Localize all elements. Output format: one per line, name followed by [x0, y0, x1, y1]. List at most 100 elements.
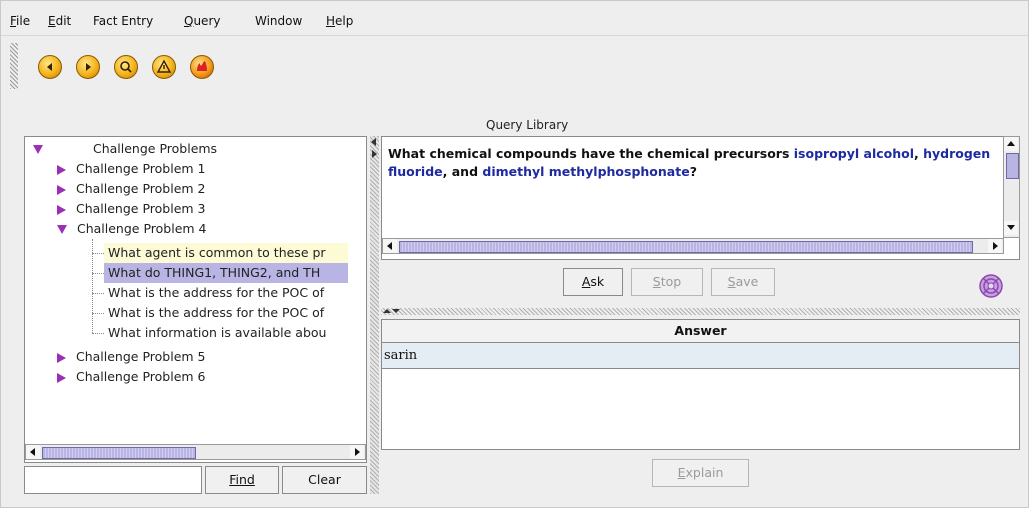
menu-fact-entry[interactable]: Fact Entry	[93, 14, 153, 28]
scroll-right-button[interactable]	[988, 239, 1002, 253]
menu-fact-entry-label: Fact Entry	[93, 14, 154, 28]
menu-bar: File Edit Fact Entry Query Window Help	[1, 1, 1028, 35]
query-term-highlight: isopropyl alcohol	[793, 146, 914, 161]
ask-button[interactable]: Ask	[563, 268, 623, 296]
tree-horizontal-scrollbar[interactable]	[25, 444, 366, 460]
expand-down-icon[interactable]	[392, 309, 400, 313]
menu-edit-label: dit	[55, 14, 72, 28]
forward-icon	[86, 63, 91, 71]
menu-edit[interactable]: Edit	[48, 14, 71, 28]
menu-edit-mnemonic: E	[48, 14, 56, 28]
expanded-icon	[33, 145, 43, 154]
expanded-icon	[57, 225, 67, 234]
tree-item-challenge-problem-1[interactable]: Challenge Problem 1	[57, 159, 205, 179]
collapsed-icon	[57, 184, 66, 195]
find-button-label: Find	[229, 472, 255, 487]
tree-item-challenge-problem-6[interactable]: Challenge Problem 6	[57, 367, 205, 387]
query-text-segment: ,	[914, 146, 924, 161]
query-vertical-scrollbar[interactable]	[1003, 136, 1020, 238]
save-button[interactable]: Save	[711, 268, 775, 296]
menu-help-label: elp	[335, 14, 354, 28]
menu-file[interactable]: File	[10, 14, 30, 28]
tree-root-label: Challenge Problems	[92, 141, 218, 156]
tree-leaf-query-2-selected[interactable]: What do THING1, THING2, and TH	[104, 263, 348, 283]
tree-item-challenge-problem-4[interactable]: Challenge Problem 4	[57, 219, 206, 239]
table-row[interactable]: sarin	[382, 343, 1019, 369]
scroll-thumb[interactable]	[42, 447, 196, 459]
back-icon	[47, 63, 52, 71]
scroll-left-button[interactable]	[26, 445, 40, 459]
query-text-segment: ?	[689, 164, 697, 179]
menu-query[interactable]: Query	[184, 14, 220, 28]
application-window: File Edit Fact Entry Query Window Help Q…	[0, 0, 1029, 508]
arrow-left-icon	[30, 448, 35, 456]
menu-file-label: ile	[16, 14, 31, 28]
collapse-right-icon[interactable]	[372, 150, 377, 158]
menu-help[interactable]: Help	[326, 14, 353, 28]
stop-label: top	[660, 274, 682, 289]
menu-window-label: Window	[255, 14, 303, 28]
scroll-thumb[interactable]	[1006, 153, 1019, 179]
scroll-right-button[interactable]	[350, 445, 364, 459]
query-tree[interactable]: Challenge Problems Challenge Problem 1 C…	[24, 136, 367, 463]
tree-item-label: Challenge Problem 3	[75, 201, 206, 216]
tree-leaf-query-5[interactable]: What information is available abou	[104, 323, 348, 343]
collapse-left-icon[interactable]	[371, 138, 376, 146]
forward-button[interactable]	[76, 55, 100, 79]
stop-button[interactable]: Stop	[631, 268, 703, 296]
flame-button[interactable]	[190, 55, 214, 79]
find-button[interactable]: Find	[205, 466, 279, 494]
collapsed-icon	[57, 204, 66, 215]
tree-item-label: Challenge Problem 2	[75, 181, 206, 196]
explain-label: xplain	[685, 465, 724, 480]
collapsed-icon	[57, 164, 66, 175]
find-input[interactable]	[24, 466, 202, 494]
panel-splitter[interactable]	[370, 136, 379, 494]
search-button[interactable]	[114, 55, 138, 79]
answer-column-header[interactable]: Answer	[382, 320, 1019, 343]
toolbar-grip[interactable]	[10, 43, 18, 89]
arrow-up-icon	[1007, 141, 1015, 146]
tree-leaf-query-4[interactable]: What is the address for the POC of	[104, 303, 348, 323]
query-term-highlight: dimethyl methylphosphonate	[482, 164, 690, 179]
scroll-left-button[interactable]	[383, 239, 397, 253]
reasoning-status-icon[interactable]	[978, 273, 1004, 299]
flame-icon	[197, 61, 207, 71]
stop-mnemonic: S	[652, 274, 661, 289]
answer-table: Answer sarin	[381, 319, 1020, 450]
explain-mnemonic: E	[677, 465, 686, 480]
scroll-thumb[interactable]	[399, 241, 973, 253]
expand-up-icon[interactable]	[383, 309, 391, 313]
search-icon	[120, 61, 132, 73]
save-mnemonic: S	[727, 274, 736, 289]
arrow-down-icon	[1007, 225, 1015, 230]
ask-label: sk	[590, 274, 605, 289]
tree-leaf-query-3[interactable]: What is the address for the POC of	[104, 283, 348, 303]
tree-item-challenge-problem-5[interactable]: Challenge Problem 5	[57, 347, 205, 367]
query-horizontal-scrollbar[interactable]	[382, 238, 1004, 254]
menu-divider	[1, 35, 1028, 36]
menu-query-label: uery	[193, 14, 221, 28]
clear-button[interactable]: Clear	[282, 466, 367, 494]
menu-window[interactable]: Window	[255, 14, 302, 28]
warning-icon	[156, 59, 172, 73]
arrow-right-icon	[355, 448, 360, 456]
arrow-right-icon	[993, 242, 998, 250]
scroll-up-button[interactable]	[1004, 137, 1018, 151]
tree-item-label: Challenge Problem 5	[75, 349, 206, 364]
scroll-down-button[interactable]	[1004, 221, 1018, 235]
warning-button[interactable]	[152, 55, 176, 79]
explain-button[interactable]: Explain	[652, 459, 749, 487]
tree-item-label: Challenge Problem 1	[75, 161, 206, 176]
tree-item-challenge-problem-3[interactable]: Challenge Problem 3	[57, 199, 205, 219]
back-button[interactable]	[38, 55, 62, 79]
menu-help-mnemonic: H	[326, 14, 336, 28]
arrow-left-icon	[387, 242, 392, 250]
tree-connector	[92, 333, 104, 334]
answer-splitter[interactable]	[381, 308, 1020, 315]
tree-leaf-query-1[interactable]: What agent is common to these pr	[104, 243, 348, 263]
panel-title: Query Library	[486, 118, 569, 132]
query-text-segment: What chemical compounds have the chemica…	[388, 146, 794, 161]
tree-item-challenge-problem-2[interactable]: Challenge Problem 2	[57, 179, 205, 199]
tree-root[interactable]: Challenge Problems	[33, 139, 217, 159]
